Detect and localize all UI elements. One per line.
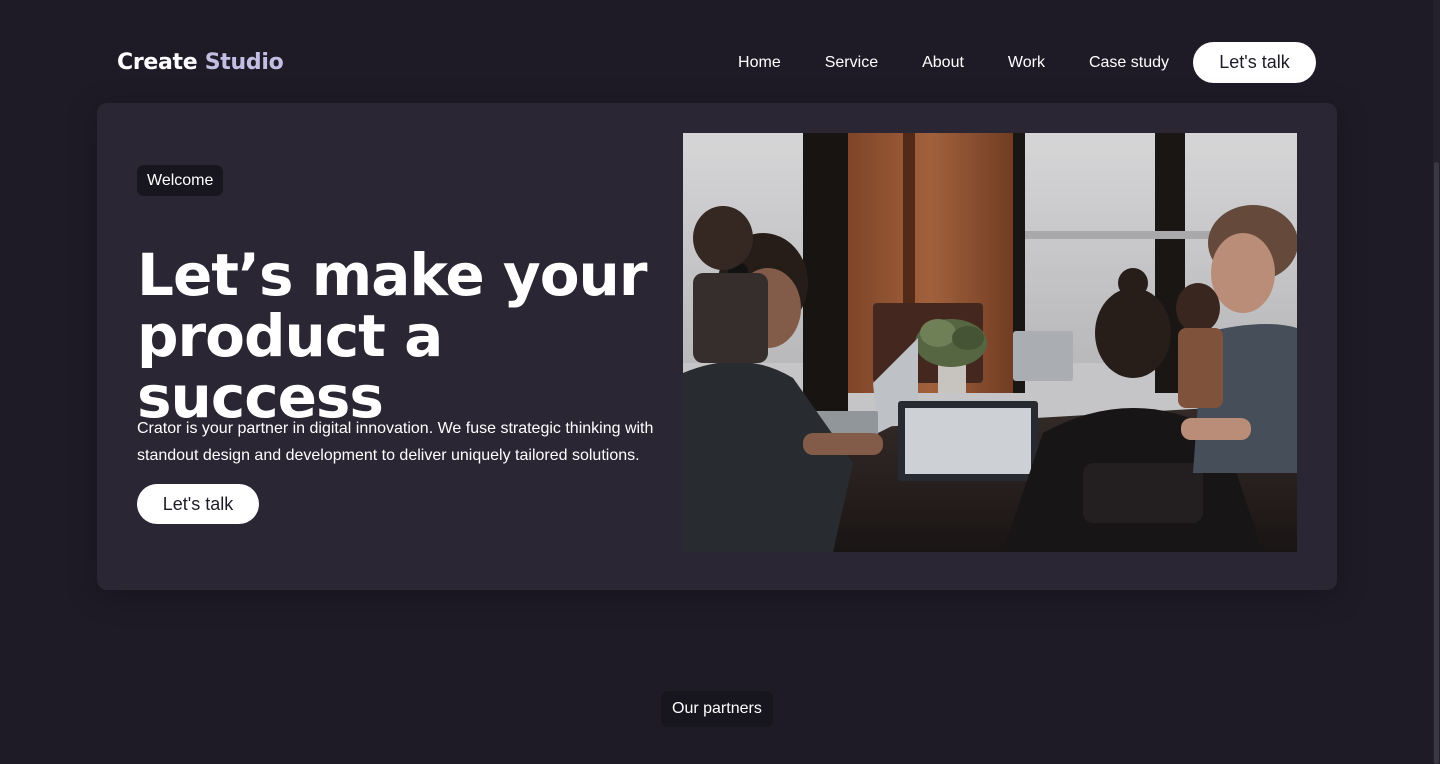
- brand-logo[interactable]: Create Studio: [117, 50, 284, 75]
- nav-link-case-study[interactable]: Case study: [1089, 54, 1169, 72]
- nav-lets-talk-button[interactable]: Let's talk: [1193, 42, 1316, 83]
- hero-description: Crator is your partner in digital innova…: [137, 420, 654, 464]
- hero-title-line-1: Let’s make your: [137, 241, 647, 309]
- nav-link-home[interactable]: Home: [738, 54, 781, 72]
- hero-card: Welcome Let’s make your product a succes…: [97, 103, 1337, 590]
- our-partners-badge: Our partners: [661, 691, 773, 727]
- nav-link-service[interactable]: Service: [825, 54, 878, 72]
- brand-name-primary: Create: [117, 50, 198, 75]
- page-scrollbar-thumb[interactable]: [1434, 162, 1439, 764]
- hero-title-line-2: product a success: [137, 302, 443, 431]
- top-navigation: Create Studio Home Service About Work Ca…: [0, 0, 1440, 100]
- page-scrollbar[interactable]: [1433, 0, 1440, 764]
- team-working-photo-icon: [683, 133, 1297, 552]
- hero-title: Let’s make your product a success: [137, 245, 677, 428]
- nav-link-work[interactable]: Work: [1008, 54, 1045, 72]
- nav-links: Home Service About Work Case study Let's…: [738, 42, 1316, 83]
- welcome-badge: Welcome: [137, 165, 224, 196]
- brand-name-accent: Studio: [204, 50, 284, 75]
- nav-link-about[interactable]: About: [922, 54, 964, 72]
- hero-lets-talk-button[interactable]: Let's talk: [137, 484, 259, 524]
- hero-photo: [683, 133, 1297, 552]
